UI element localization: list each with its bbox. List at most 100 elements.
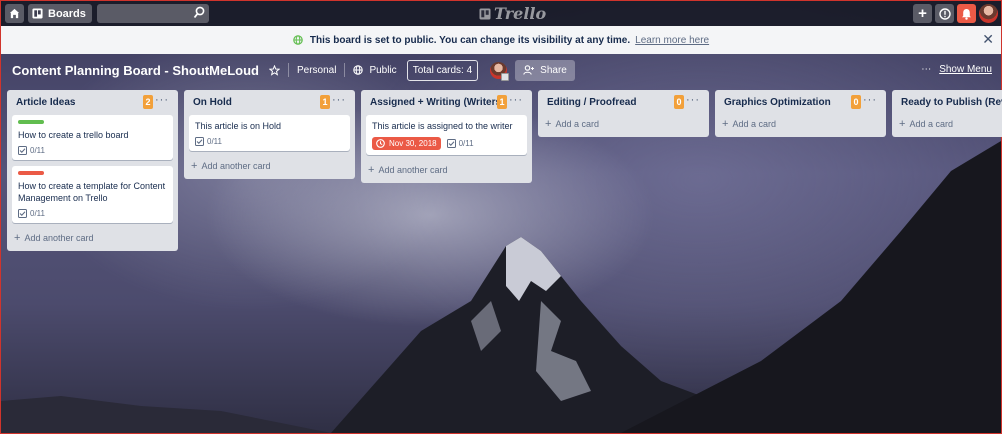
list-card[interactable]: How to create a template for Content Man… xyxy=(12,166,173,223)
divider xyxy=(287,63,289,77)
add-member-icon xyxy=(523,65,535,75)
divider xyxy=(344,63,346,77)
plus-icon: + xyxy=(545,118,552,130)
share-label: Share xyxy=(540,64,567,76)
add-card-label: Add a card xyxy=(909,119,953,129)
card-title: This article is assigned to the writer xyxy=(372,121,513,131)
checklist-count: 0/11 xyxy=(30,146,45,155)
avatar[interactable] xyxy=(979,4,998,23)
top-navbar: Boards Trello + xyxy=(1,1,1001,26)
list-title[interactable]: Editing / Proofread xyxy=(547,97,636,108)
close-icon[interactable]: ✕ xyxy=(982,32,994,46)
list-editing-proofread: Editing / Proofread 0 ··· + Add a card xyxy=(538,90,709,137)
checklist-badge: 0/11 xyxy=(18,209,45,218)
checklist-icon xyxy=(18,146,27,155)
card-badges: Nov 30, 2018 0/11 xyxy=(372,137,521,150)
card-count-badge: 1 xyxy=(320,95,330,109)
add-card-button[interactable]: + Add another card xyxy=(189,157,350,174)
boards-icon xyxy=(32,8,43,19)
due-date: Nov 30, 2018 xyxy=(389,139,437,148)
card-title: How to create a template for Content Man… xyxy=(18,181,166,203)
list-title[interactable]: Ready to Publish (Review) xyxy=(901,97,1002,108)
share-button[interactable]: Share xyxy=(515,59,575,81)
list-title[interactable]: Graphics Optimization xyxy=(724,97,831,108)
home-icon xyxy=(9,8,20,19)
card-count-badge: 1 xyxy=(497,95,507,109)
card-badges: 0/11 xyxy=(18,146,167,155)
checklist-icon xyxy=(446,139,456,148)
checklist-icon xyxy=(195,137,204,146)
due-date-badge[interactable]: Nov 30, 2018 xyxy=(372,137,441,150)
topbar-right: + xyxy=(913,4,998,23)
list-on-hold: On Hold 1 ··· This article is on Hold 0/… xyxy=(184,90,355,179)
card-label[interactable] xyxy=(18,120,44,124)
star-icon xyxy=(268,64,280,76)
checklist-badge: 0/11 xyxy=(446,139,474,148)
plus-icon: + xyxy=(191,160,198,172)
home-button[interactable] xyxy=(5,4,24,23)
board-title[interactable]: Content Planning Board - ShoutMeLoud xyxy=(12,63,259,78)
total-cards-counter: Total cards: 4 xyxy=(406,59,479,81)
more-icon: ⋯ xyxy=(921,64,932,75)
add-card-label: Add another card xyxy=(24,233,94,243)
add-card-label: Add a card xyxy=(732,119,776,129)
list-menu-icon[interactable]: ··· xyxy=(686,94,700,106)
plus-icon: + xyxy=(899,118,906,130)
list-menu-icon[interactable]: ··· xyxy=(155,94,169,106)
list-header: Editing / Proofread 0 ··· xyxy=(543,90,704,115)
checklist-count: 0/11 xyxy=(207,137,222,146)
public-board-banner: This board is set to public. You can cha… xyxy=(1,26,1001,54)
add-card-button[interactable]: + Add a card xyxy=(897,115,1002,132)
list-title[interactable]: On Hold xyxy=(193,97,232,108)
add-card-button[interactable]: + Add another card xyxy=(366,161,527,178)
info-button[interactable] xyxy=(935,4,954,23)
add-card-button[interactable]: + Add another card xyxy=(12,229,173,246)
notifications-button[interactable] xyxy=(957,4,976,23)
globe-icon xyxy=(353,65,364,75)
list-card[interactable]: This article is assigned to the writer N… xyxy=(366,115,527,155)
member-avatar[interactable] xyxy=(490,61,510,81)
checklist-icon xyxy=(18,209,27,218)
team-button[interactable]: Personal xyxy=(297,65,336,76)
card-badges: 0/11 xyxy=(18,209,167,218)
list-card[interactable]: This article is on Hold 0/11 xyxy=(189,115,350,151)
list-header: Assigned + Writing (Writers) 1 ··· xyxy=(366,90,527,115)
add-card-button[interactable]: + Add a card xyxy=(720,115,881,132)
add-card-button[interactable]: + Add a card xyxy=(543,115,704,132)
clock-icon xyxy=(376,139,385,148)
list-card[interactable]: How to create a trello board 0/11 xyxy=(12,115,173,160)
list-header: Article Ideas 2 ··· xyxy=(12,90,173,115)
list-ready-to-publish: Ready to Publish (Review) + Add a card xyxy=(892,90,1002,137)
card-count-badge: 2 xyxy=(143,95,153,109)
add-card-label: Add another card xyxy=(201,161,271,171)
board-header: Content Planning Board - ShoutMeLoud Per… xyxy=(1,54,1001,86)
show-menu-button[interactable]: ⋯ Show Menu xyxy=(921,64,992,75)
add-card-label: Add a card xyxy=(555,119,599,129)
list-menu-icon[interactable]: ··· xyxy=(509,94,523,106)
boards-button[interactable]: Boards xyxy=(28,4,92,23)
add-card-label: Add another card xyxy=(378,165,448,175)
card-badges: 0/11 xyxy=(195,137,344,146)
list-title[interactable]: Article Ideas xyxy=(16,97,75,108)
banner-message: This board is set to public. You can cha… xyxy=(309,34,631,46)
list-graphics-optimization: Graphics Optimization 0 ··· + Add a card xyxy=(715,90,886,137)
card-label[interactable] xyxy=(18,171,44,175)
list-menu-icon[interactable]: ··· xyxy=(863,94,877,106)
list-assigned-writing: Assigned + Writing (Writers) 1 ··· This … xyxy=(361,90,532,183)
plus-icon: + xyxy=(368,164,375,176)
add-button[interactable]: + xyxy=(913,4,932,23)
visibility-button[interactable]: Public xyxy=(353,64,397,76)
visibility-label: Public xyxy=(369,64,397,76)
board-lists: Article Ideas 2 ··· How to create a trel… xyxy=(7,90,1002,251)
list-menu-icon[interactable]: ··· xyxy=(332,94,346,106)
card-count-badge: 0 xyxy=(851,95,861,109)
card-title: This article is on Hold xyxy=(195,121,282,131)
trello-logo[interactable]: Trello xyxy=(479,4,546,23)
search-icon[interactable] xyxy=(193,6,205,20)
list-title[interactable]: Assigned + Writing (Writers) xyxy=(370,97,504,108)
globe-icon xyxy=(293,35,303,45)
info-icon xyxy=(938,7,951,20)
learn-more-link[interactable]: Learn more here xyxy=(635,35,709,46)
checklist-badge: 0/11 xyxy=(195,137,222,146)
star-button[interactable] xyxy=(268,64,280,76)
